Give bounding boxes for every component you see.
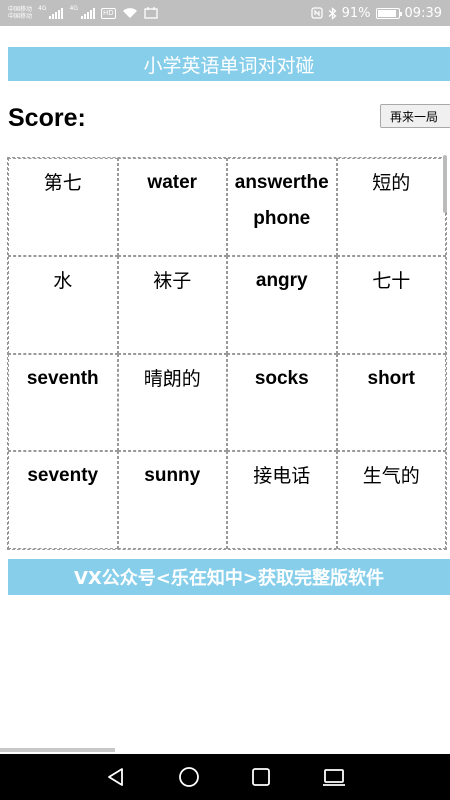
restart-button[interactable]: 再来一局 (380, 104, 450, 128)
word-card[interactable]: 袜子 (117, 255, 227, 354)
word-card-label: 短的 (372, 172, 411, 194)
carrier-labels: 中国移动 中国移动 (8, 6, 32, 20)
calendar-icon (143, 7, 158, 19)
word-card-label: 水 (53, 269, 73, 292)
bluetooth-icon (328, 6, 337, 20)
nfc-icon (310, 7, 323, 19)
back-triangle-icon[interactable] (104, 765, 128, 789)
recent-square-icon[interactable] (249, 765, 273, 789)
word-card-label: 七十 (372, 269, 411, 292)
word-card[interactable]: 生气的 (336, 451, 446, 549)
word-card-label: 接电话 (253, 465, 311, 488)
network-type-1: 4G (38, 4, 47, 12)
status-right: 91% 09:39 (310, 5, 442, 21)
status-left: 中国移动 中国移动 4G 4G HD (8, 4, 158, 20)
word-card-label: socks (254, 367, 309, 389)
word-card-label: water (147, 172, 198, 193)
word-card[interactable]: 七十 (336, 255, 446, 354)
score-label: Score: (8, 104, 86, 133)
word-card[interactable]: sunny (117, 451, 227, 549)
word-card[interactable]: seventh (8, 353, 118, 452)
carrier-2: 中国移动 (8, 13, 33, 20)
wifi-icon (122, 8, 137, 18)
word-card[interactable]: socks (227, 353, 337, 452)
vertical-scrollbar[interactable] (443, 155, 447, 213)
word-card-label: seventy (27, 465, 99, 487)
signal-icon (49, 7, 64, 19)
word-card[interactable]: 第七 (8, 158, 118, 256)
word-card-label: 袜子 (153, 269, 192, 292)
word-card-label: answerthephone (234, 172, 329, 229)
word-card-label: 第七 (43, 172, 82, 194)
horizontal-scrollbar[interactable] (0, 748, 115, 752)
clock: 09:39 (404, 5, 442, 21)
page-title-banner: 小学英语单词对对碰 (8, 47, 450, 81)
footer-text: VX公众号<乐在知中>获取完整版软件 (74, 568, 384, 589)
battery-fill (377, 9, 396, 17)
word-card-label: 晴朗的 (143, 367, 201, 390)
battery-percent: 91% (341, 5, 371, 21)
word-card-label: 生气的 (362, 465, 420, 488)
signal-icon-2 (80, 7, 95, 19)
score-label-text: Score: (8, 104, 86, 132)
keyboard-icon[interactable] (322, 765, 346, 789)
word-card[interactable]: 晴朗的 (117, 353, 227, 452)
battery-icon (375, 7, 402, 19)
word-grid: 第七 water answerthephone 短的水 袜子 angry 七十 seventh… (7, 157, 447, 550)
status-bar: 中国移动 中国移动 4G 4G HD 91% 09:39 (0, 0, 450, 26)
navigation-bar (0, 754, 450, 800)
hd-badge: HD (100, 7, 116, 19)
word-card[interactable]: 水 (8, 255, 118, 354)
word-card[interactable]: seventy (8, 451, 118, 549)
page-title: 小学英语单词对对碰 (143, 54, 315, 77)
word-card-label: angry (255, 269, 308, 291)
word-card[interactable]: 接电话 (227, 451, 337, 549)
word-card[interactable]: water (117, 158, 227, 256)
word-card[interactable]: answerthephone (227, 158, 337, 256)
word-card-label: short (367, 367, 416, 389)
word-card[interactable]: 短的 (336, 158, 446, 256)
word-card-label: sunny (144, 465, 201, 487)
word-card-label: seventh (26, 367, 99, 389)
word-card[interactable]: short (336, 353, 446, 452)
home-circle-icon[interactable] (177, 765, 201, 789)
footer-banner[interactable]: VX公众号<乐在知中>获取完整版软件 (8, 559, 450, 595)
word-card[interactable]: angry (227, 255, 337, 354)
network-type-2: 4G (69, 4, 78, 12)
carrier-1: 中国移动 (8, 6, 33, 13)
